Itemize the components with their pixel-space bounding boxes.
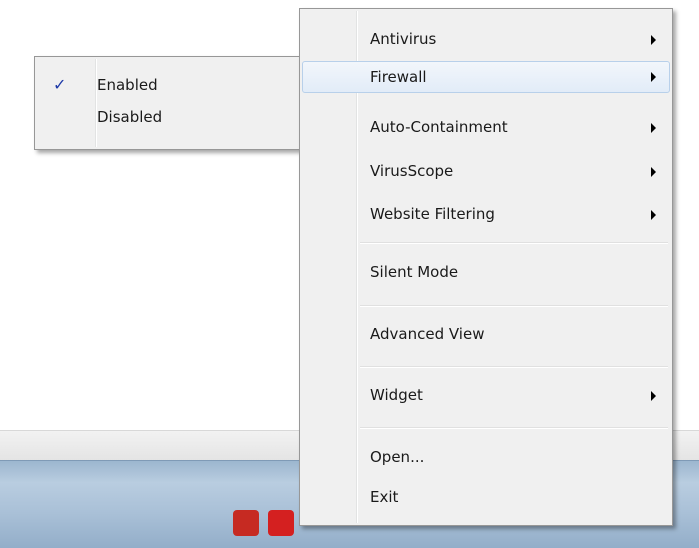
chevron-right-icon bbox=[651, 123, 656, 133]
menu-item-website-filtering[interactable]: Website Filtering bbox=[302, 198, 670, 230]
menu-item-open[interactable]: Open... bbox=[302, 441, 670, 473]
menu-item-label: Exit bbox=[370, 488, 399, 506]
menu-separator bbox=[360, 242, 668, 244]
menu-item-label: Enabled bbox=[97, 76, 158, 94]
menu-item-label: Widget bbox=[370, 386, 423, 404]
menu-item-exit[interactable]: Exit bbox=[302, 481, 670, 513]
security-tray-icon[interactable] bbox=[233, 510, 259, 536]
menu-separator bbox=[360, 427, 668, 429]
menu-item-label: Advanced View bbox=[370, 325, 485, 343]
tray-context-menu: Antivirus Firewall Auto-Containment Viru… bbox=[299, 8, 673, 526]
menu-item-disabled[interactable]: Disabled bbox=[37, 101, 303, 133]
menu-item-virusscope[interactable]: VirusScope bbox=[302, 155, 670, 187]
chevron-right-icon bbox=[651, 167, 656, 177]
check-icon: ✓ bbox=[53, 75, 67, 94]
chevron-right-icon bbox=[651, 210, 656, 220]
menu-item-label: Silent Mode bbox=[370, 263, 459, 281]
menu-separator bbox=[360, 366, 668, 368]
menu-item-label: Website Filtering bbox=[370, 205, 495, 223]
menu-item-enabled[interactable]: ✓ Enabled bbox=[37, 69, 303, 101]
menu-item-widget[interactable]: Widget bbox=[302, 379, 670, 411]
firewall-submenu: ✓ Enabled Disabled bbox=[34, 56, 306, 150]
menu-item-antivirus[interactable]: Antivirus bbox=[302, 23, 670, 55]
menu-item-silent-mode[interactable]: Silent Mode bbox=[302, 256, 670, 288]
menu-item-label: Auto-Containment bbox=[370, 118, 508, 136]
chevron-right-icon bbox=[651, 35, 656, 45]
menu-item-label: Antivirus bbox=[370, 30, 437, 48]
menu-item-label: Open... bbox=[370, 448, 425, 466]
menu-item-label: VirusScope bbox=[370, 162, 454, 180]
app-tray-icon[interactable] bbox=[268, 510, 294, 536]
menu-item-advanced-view[interactable]: Advanced View bbox=[302, 318, 670, 350]
menu-item-label: Firewall bbox=[370, 68, 427, 86]
menu-item-auto-containment[interactable]: Auto-Containment bbox=[302, 111, 670, 143]
chevron-right-icon bbox=[651, 391, 656, 401]
menu-item-label: Disabled bbox=[97, 108, 163, 126]
menu-separator bbox=[360, 305, 668, 307]
menu-item-firewall[interactable]: Firewall bbox=[302, 61, 670, 93]
chevron-right-icon bbox=[651, 72, 656, 82]
